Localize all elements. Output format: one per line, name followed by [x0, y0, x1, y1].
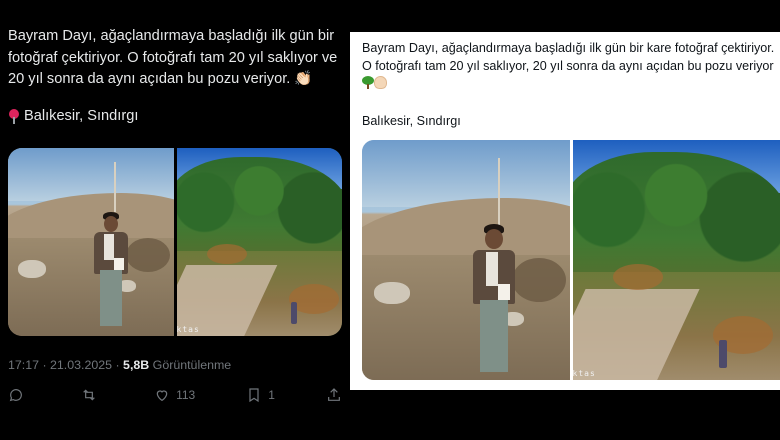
reply-icon [9, 389, 22, 402]
bookmark-count: 1 [268, 388, 275, 402]
bookmark-icon [249, 388, 259, 403]
bookmark-button[interactable]: 1 [246, 387, 275, 403]
tree-icon [362, 76, 374, 89]
views-count: 5,8B [123, 358, 150, 372]
man-figure [92, 212, 132, 328]
like-button[interactable]: 113 [154, 387, 195, 403]
heart-icon [156, 390, 168, 402]
share-icon [328, 388, 340, 401]
share-button[interactable] [326, 387, 342, 403]
tweet-media-light[interactable]: ktas [362, 140, 780, 380]
new-photo-light[interactable]: ktas [572, 140, 780, 380]
tweet-text-light: Bayram Dayı, ağaçlandırmaya başladığı il… [362, 40, 778, 93]
location-text: Balıkesir, Sındırgı [24, 108, 139, 124]
retweet-icon [83, 389, 95, 401]
clap-icon [374, 76, 387, 89]
watermark-text-light: ktas [572, 369, 596, 378]
new-photo[interactable]: ktas [176, 148, 342, 336]
tweet-meta: 17:17 · 21.03.2025 · 5,8B Görüntülenme [8, 358, 231, 372]
tweet-media[interactable]: ktas [8, 148, 342, 336]
retweet-button[interactable] [81, 387, 103, 403]
location-text-light: Balıkesir, Sındırgı [362, 114, 461, 128]
location-line: Balıkesir, Sındırgı [8, 108, 138, 124]
action-bar: 113 1 [8, 384, 342, 406]
tweet-text: Bayram Dayı, ağaçlandırmaya başladığı il… [8, 28, 338, 87]
dark-tweet-card: Bayram Dayı, ağaçlandırmaya başladığı il… [0, 0, 350, 440]
watermark-text: ktas [176, 325, 200, 334]
old-photo-light[interactable] [362, 140, 570, 380]
timestamp: 17:17 · 21.03.2025 · [8, 358, 124, 372]
reply-button[interactable] [8, 387, 30, 403]
light-tweet-card: Bayram Dayı, ağaçlandırmaya başladığı il… [350, 32, 780, 390]
location-pin-icon [8, 108, 20, 124]
views-label: Görüntülenme [149, 358, 232, 372]
man-figure-light [470, 224, 520, 374]
like-count: 113 [176, 388, 196, 402]
old-photo[interactable] [8, 148, 174, 336]
